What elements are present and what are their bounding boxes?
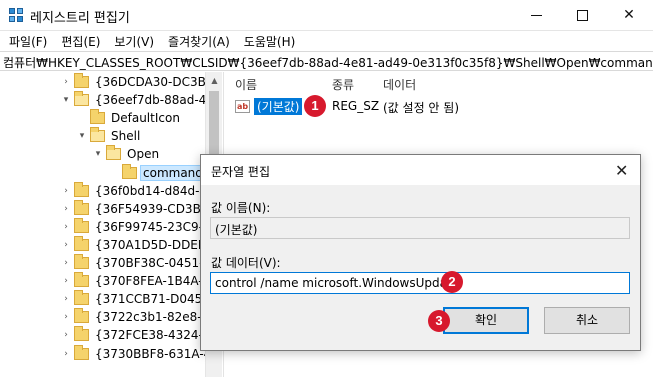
folder-icon <box>74 344 89 360</box>
dialog-title-bar: 문자열 편집 ✕ <box>201 155 640 185</box>
tree-item[interactable]: › {36DCDA30-DC3B-4 <box>60 73 220 91</box>
column-header-type[interactable]: 종류 <box>332 76 354 93</box>
key-tree[interactable]: › {36DCDA30-DC3B-4 ▾ {36eef7db-88ad-4e81 Def… <box>0 72 222 377</box>
title-bar: 레지스트리 편집기 ✕ <box>0 0 653 31</box>
value-row-default[interactable]: ab (기본값) <box>235 96 304 116</box>
chevron-right-icon[interactable]: › <box>60 77 72 87</box>
tree-item[interactable]: › {36f0bd14-d84d-46 <box>60 181 217 200</box>
string-value-icon: ab <box>235 99 250 113</box>
value-type: REG_SZ <box>332 99 380 113</box>
dialog-title: 문자열 편집 <box>211 165 271 179</box>
folder-icon <box>74 272 89 288</box>
column-header-data[interactable]: 데이터 <box>383 76 416 93</box>
tree-item[interactable]: › {36F99745-23C9-4 <box>60 217 213 236</box>
tree-item-label: DefaultIcon <box>111 111 180 126</box>
menu-edit[interactable]: 편집(E) <box>54 31 107 51</box>
tree-item[interactable]: command <box>108 163 206 182</box>
folder-icon <box>74 181 89 197</box>
folder-icon <box>90 109 105 125</box>
cancel-button[interactable]: 취소 <box>544 307 630 334</box>
menu-view[interactable]: 보기(V) <box>107 31 161 51</box>
tree-item-label: {370A1D5D-DDEB- <box>95 237 211 252</box>
folder-icon <box>106 145 121 161</box>
step-badge-3: 3 <box>428 310 450 332</box>
chevron-right-icon[interactable]: › <box>60 258 72 268</box>
minimize-button[interactable] <box>513 0 559 30</box>
step-badge-2: 2 <box>441 271 463 293</box>
folder-icon <box>122 163 137 179</box>
tree-item[interactable]: › {371CCB71-D045-4 <box>60 290 216 308</box>
tree-item[interactable]: › {36F54939-CD3B-4 <box>60 199 215 218</box>
folder-icon <box>90 127 105 143</box>
folder-icon <box>74 326 89 342</box>
tree-item[interactable]: ▾ Open <box>92 145 161 163</box>
menu-file[interactable]: 파일(F) <box>2 31 54 51</box>
scroll-up-icon[interactable]: ▲ <box>206 72 223 89</box>
value-data-label: 값 데이터(V): <box>211 256 281 270</box>
chevron-right-icon[interactable]: › <box>60 276 72 286</box>
tree-item-label: {36f0bd14-d84d-46 <box>95 183 215 198</box>
edit-string-dialog: 문자열 편집 ✕ 값 이름(N): (기본값) 값 데이터(V): contro… <box>200 154 641 351</box>
tree-item[interactable]: DefaultIcon <box>76 109 182 127</box>
folder-icon <box>74 254 89 269</box>
value-data-field[interactable]: control /name microsoft.WindowsUpdate <box>210 272 630 294</box>
tree-item[interactable]: › {370BF38C-0451-42 <box>60 254 221 272</box>
tree-item-label: command <box>140 164 206 181</box>
tree-item-label: {36F54939-CD3B-4 <box>95 201 213 216</box>
maximize-button[interactable] <box>559 0 605 30</box>
folder-icon <box>74 217 89 233</box>
tree-item[interactable]: ▾ Shell <box>76 127 142 145</box>
tree-item[interactable]: › {370F8FEA-1B4A-47 <box>60 272 220 290</box>
ok-button[interactable]: 확인 <box>443 307 529 334</box>
folder-icon <box>74 290 89 306</box>
tree-item-label: {36DCDA30-DC3B-4 <box>95 75 218 89</box>
close-icon: ✕ <box>623 7 635 23</box>
chevron-right-icon[interactable]: › <box>60 204 72 214</box>
tree-item-label: {36eef7db-88ad-4e81 <box>95 93 222 108</box>
chevron-down-icon[interactable]: ▾ <box>76 131 88 141</box>
tree-item-label: Open <box>127 147 160 162</box>
menu-favorites[interactable]: 즐겨찾기(A) <box>161 31 237 51</box>
tree-item[interactable]: ▾ {36eef7db-88ad-4e81 <box>60 91 222 109</box>
maximize-icon <box>576 9 588 21</box>
tree-item[interactable]: › {3730BBF8-631A-48 <box>60 344 221 363</box>
tree-item[interactable]: › {370A1D5D-DDEB- <box>60 235 212 254</box>
window-title: 레지스트리 편집기 <box>30 11 130 26</box>
chevron-right-icon[interactable]: › <box>60 294 72 304</box>
step-badge-1: 1 <box>304 95 326 117</box>
value-name-field[interactable]: (기본값) <box>210 217 630 239</box>
folder-icon <box>74 91 89 107</box>
dialog-close-icon[interactable]: ✕ <box>615 161 628 180</box>
folder-icon <box>74 73 89 88</box>
folder-icon <box>74 308 89 324</box>
chevron-right-icon[interactable]: › <box>60 240 72 250</box>
chevron-right-icon[interactable]: › <box>60 312 72 322</box>
tree-item-label: {371CCB71-D045-4 <box>95 292 215 307</box>
tree-item-label: {36F99745-23C9-4 <box>95 219 211 234</box>
chevron-right-icon[interactable]: › <box>60 349 72 359</box>
value-name-label: 값 이름(N): <box>211 201 271 215</box>
regedit-app-icon <box>9 8 24 23</box>
folder-icon <box>74 235 89 251</box>
close-button[interactable]: ✕ <box>606 0 652 30</box>
chevron-right-icon[interactable]: › <box>60 222 72 232</box>
chevron-down-icon[interactable]: ▾ <box>92 149 104 159</box>
chevron-down-icon[interactable]: ▾ <box>60 95 72 105</box>
tree-item[interactable]: › {372FCE38-4324-11 <box>60 326 220 344</box>
folder-icon <box>74 199 89 215</box>
column-header-name[interactable]: 이름 <box>235 76 257 93</box>
chevron-right-icon[interactable]: › <box>60 186 72 196</box>
menu-help[interactable]: 도움말(H) <box>237 31 303 51</box>
address-bar[interactable]: 컴퓨터₩HKEY_CLASSES_ROOT₩CLSID₩{36eef7db-88… <box>0 51 653 71</box>
minimize-icon <box>530 14 542 16</box>
menu-bar: 파일(F) 편집(E) 보기(V) 즐겨찾기(A) 도움말(H) <box>0 31 653 51</box>
tree-item-label: Shell <box>111 129 141 144</box>
chevron-right-icon[interactable]: › <box>60 330 72 340</box>
tree-item[interactable]: › {3722c3b1-82e8-40 <box>60 308 219 326</box>
value-name[interactable]: (기본값) <box>252 96 304 116</box>
value-data: (값 설정 안 됨) <box>383 101 460 115</box>
